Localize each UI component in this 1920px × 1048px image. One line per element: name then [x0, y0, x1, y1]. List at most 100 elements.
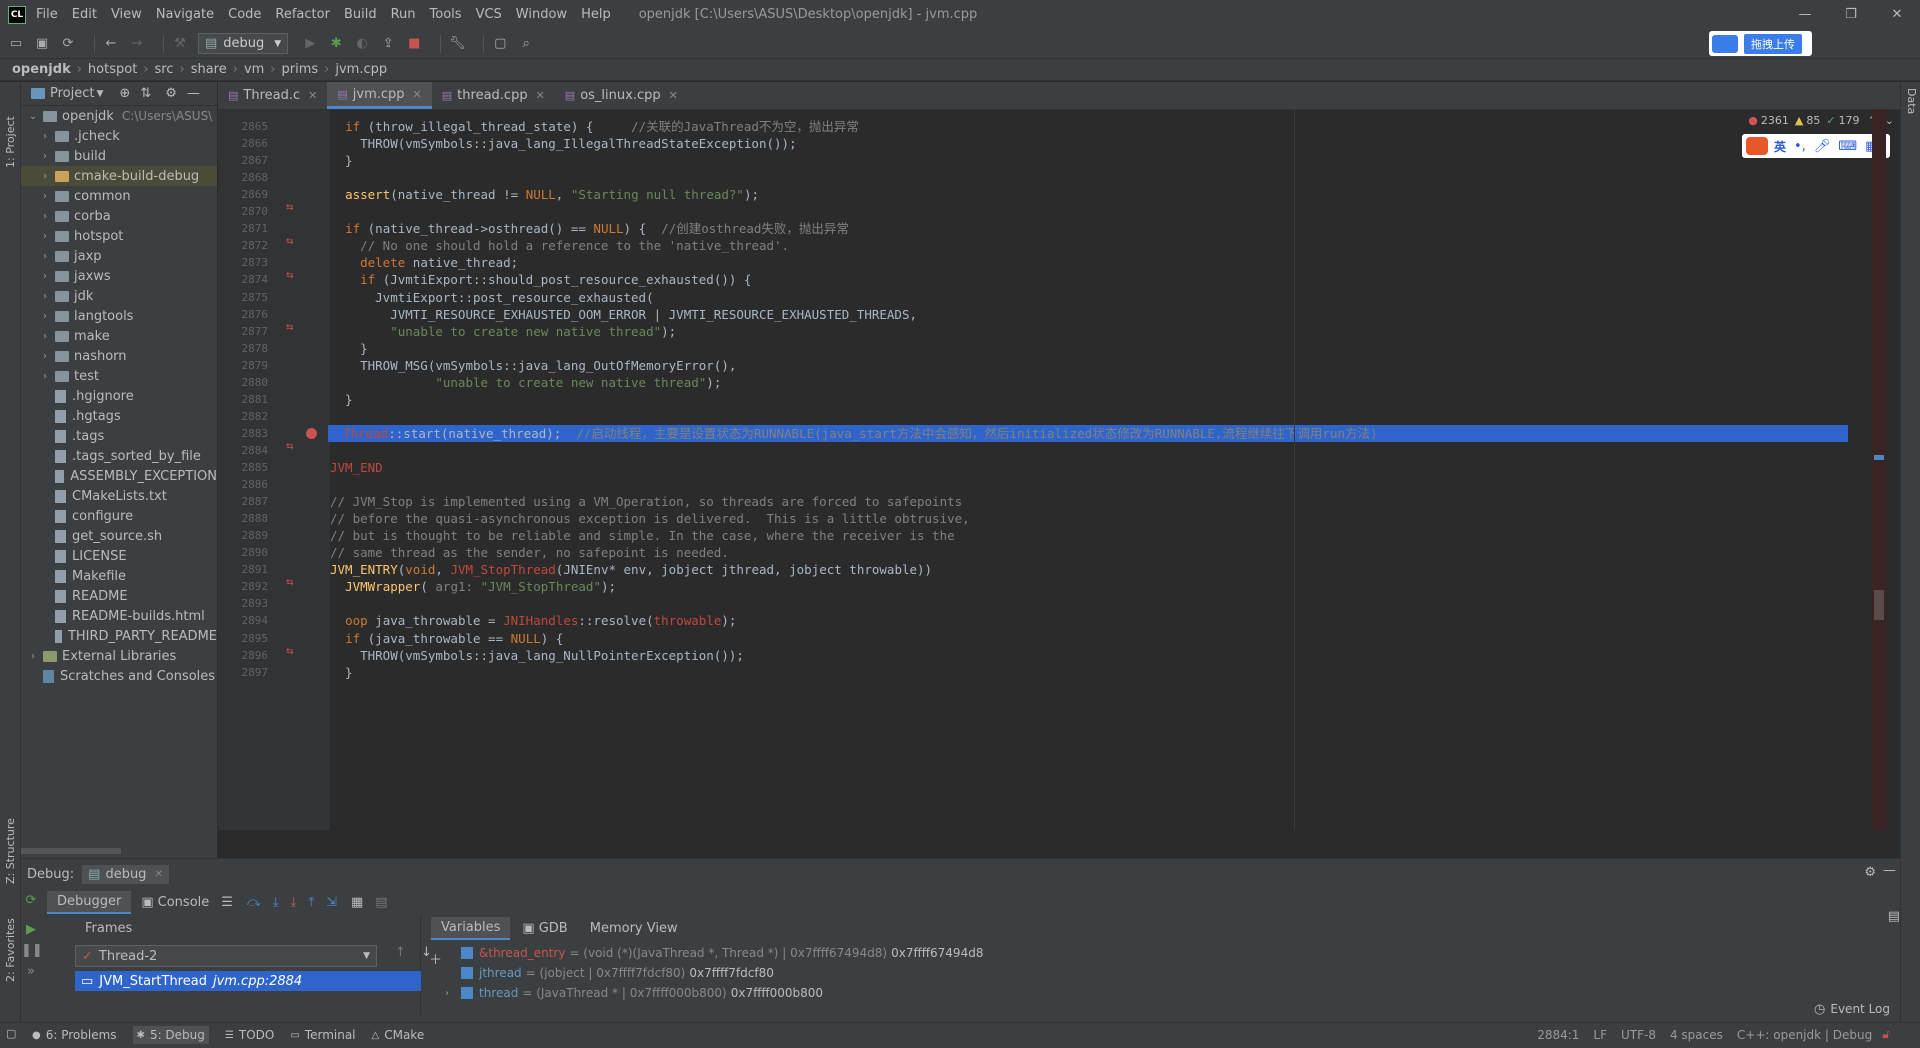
tab-variables[interactable]: Variables [431, 916, 511, 940]
rerun-icon[interactable]: ⟳ [21, 893, 41, 908]
tree-file[interactable]: get_source.sh [21, 526, 217, 546]
project-tool-button[interactable]: 1: Project [4, 88, 17, 168]
thread-select[interactable]: ✓ Thread-2 ▼ [75, 945, 377, 967]
caret-position[interactable]: 2884:1 [1537, 1028, 1579, 1042]
error-stripe[interactable] [1872, 110, 1886, 830]
more-icon[interactable]: » [21, 964, 41, 979]
save-icon[interactable]: ▣ [34, 36, 50, 52]
debug-session-tab[interactable]: ▤ debug ✕ [82, 865, 169, 884]
restore-icon[interactable]: ❐ [1828, 0, 1874, 29]
override-marker-icon[interactable]: ⇆ [286, 442, 294, 452]
tree-folder[interactable]: › .jcheck [21, 126, 217, 146]
project-structure-icon[interactable]: ▢ [492, 36, 508, 52]
tree-external-libraries[interactable]: › External Libraries [21, 646, 217, 666]
event-log-button[interactable]: ◷ Event Log [1814, 997, 1890, 1021]
tree-file[interactable]: .tags_sorted_by_file [21, 446, 217, 466]
structure-tool-button[interactable]: Z: Structure [4, 804, 17, 884]
tree-folder[interactable]: › hotspot [21, 226, 217, 246]
tool-window-problems[interactable]: ● 6: Problems [32, 1028, 117, 1042]
tree-file[interactable]: README [21, 586, 217, 606]
breakpoint-icon[interactable] [306, 427, 317, 439]
minimize-icon[interactable]: — [1782, 0, 1828, 29]
run-to-cursor-icon[interactable]: ⇲ [326, 895, 337, 910]
editor-tab[interactable]: ▤ Thread.c ✕ [218, 82, 327, 109]
menu-icon[interactable]: ☰ [221, 895, 233, 910]
debug-icon[interactable]: ✱ [328, 36, 344, 52]
menu-item-tools[interactable]: Tools [430, 7, 462, 22]
gear-icon[interactable]: ⚙ [1864, 865, 1876, 880]
collapse-icon[interactable]: ⇅ [140, 86, 151, 101]
tree-folder[interactable]: › common [21, 186, 217, 206]
hide-icon[interactable]: — [187, 86, 200, 101]
file-encoding[interactable]: UTF-8 [1621, 1028, 1656, 1042]
breadcrumb-item[interactable]: src [155, 62, 174, 77]
gear-icon[interactable]: ⚙ [165, 86, 177, 101]
back-icon[interactable]: ← [103, 36, 119, 52]
forward-icon[interactable]: → [129, 36, 145, 52]
tree-folder[interactable]: › build [21, 146, 217, 166]
run-configuration-select[interactable]: ▤ debug ▼ [198, 33, 289, 54]
menu-item-file[interactable]: File [36, 7, 58, 22]
settings-wrench-icon[interactable]: 🔧︎ [449, 36, 466, 52]
tree-folder[interactable]: › jaxp [21, 246, 217, 266]
resume-icon[interactable]: ▶ [21, 922, 41, 937]
tree-file[interactable]: .tags [21, 426, 217, 446]
close-icon[interactable]: ✕ [1874, 0, 1920, 29]
open-folder-icon[interactable]: ▭ [8, 36, 24, 52]
override-marker-icon[interactable]: ⇆ [286, 271, 294, 281]
arrow-up-icon[interactable]: ↑ [395, 945, 406, 960]
lock-icon[interactable]: 🔓︎ [1882, 1027, 1890, 1042]
tree-file[interactable]: configure [21, 506, 217, 526]
breadcrumb-item[interactable]: openjdk [12, 62, 71, 77]
tool-window-todo[interactable]: ☰ TODO [225, 1028, 274, 1042]
close-tab-icon[interactable]: ✕ [669, 89, 678, 102]
step-out-icon[interactable]: ⤒ [308, 895, 314, 910]
variable-row[interactable]: › thread = (JavaThread * | 0x7ffff000b800)… [445, 983, 1885, 1003]
evaluate-icon[interactable]: ▦ [351, 895, 363, 910]
code-area[interactable]: if (throw_illegal_thread_state) { //关联的J… [328, 110, 1850, 830]
tree-folder[interactable]: › corba [21, 206, 217, 226]
add-watch-icon[interactable]: ＋ [429, 949, 442, 968]
override-marker-icon[interactable]: ⇆ [286, 323, 294, 333]
attach-icon[interactable]: ⇪ [380, 36, 396, 52]
close-icon[interactable]: ✕ [154, 869, 162, 880]
project-panel-title[interactable]: Project [50, 86, 94, 101]
tool-window-terminal[interactable]: ▭ Terminal [290, 1028, 355, 1042]
tree-file[interactable]: .hgtags [21, 406, 217, 426]
step-over-icon[interactable]: ⤼ [247, 895, 261, 910]
tool-window-cmake[interactable]: △ CMake [372, 1028, 425, 1042]
tree-folder[interactable]: › cmake-build-debug [21, 166, 217, 186]
indent-setting[interactable]: 4 spaces [1670, 1028, 1723, 1042]
database-tool-button[interactable]: Data [1905, 88, 1918, 114]
tool-windows-icon[interactable]: ▢ [6, 1027, 16, 1040]
stop-icon[interactable]: ■ [406, 36, 422, 52]
step-into-icon[interactable]: ⤓ [273, 895, 279, 910]
horizontal-scrollbar[interactable] [21, 848, 121, 854]
close-tab-icon[interactable]: ✕ [308, 89, 317, 102]
build-hammer-icon[interactable]: ⚒ [172, 36, 188, 52]
editor-tab[interactable]: ▤ os_linux.cpp ✕ [555, 82, 688, 109]
editor-tab[interactable]: ▤ jvm.cpp ✕ [327, 82, 432, 109]
override-marker-icon[interactable]: ⇆ [286, 578, 294, 588]
chevron-down-icon[interactable]: ▼ [96, 89, 103, 99]
resolve-context[interactable]: C++: openjdk | Debug [1737, 1028, 1872, 1042]
chevron-down-icon[interactable]: ⌄ [1885, 114, 1894, 127]
tree-file[interactable]: LICENSE [21, 546, 217, 566]
override-marker-icon[interactable]: ⇆ [286, 647, 294, 657]
locate-icon[interactable]: ⊕ [119, 86, 130, 101]
ime-toolbar[interactable]: 英 •, 🎤︎ ⌨ ▦ [1742, 134, 1890, 158]
menu-item-edit[interactable]: Edit [72, 7, 97, 22]
menu-item-build[interactable]: Build [344, 7, 377, 22]
favorites-tool-button[interactable]: 2: Favorites [4, 902, 17, 982]
search-icon[interactable]: ⌕ [518, 36, 534, 52]
close-tab-icon[interactable]: ✕ [413, 88, 422, 101]
tab-console[interactable]: Console [158, 895, 210, 910]
tree-file[interactable]: CMakeLists.txt [21, 486, 217, 506]
tree-file[interactable]: README-builds.html [21, 606, 217, 626]
trace-icon[interactable]: ▤ [375, 895, 387, 910]
variable-row[interactable]: &thread_entry = (void (*)(JavaThread *, T… [445, 943, 1885, 963]
breadcrumb-item[interactable]: vm [244, 62, 264, 77]
tree-scratches[interactable]: Scratches and Consoles [21, 666, 217, 686]
override-marker-icon[interactable]: ⇆ [286, 203, 294, 213]
override-marker-icon[interactable]: ⇆ [286, 237, 294, 247]
